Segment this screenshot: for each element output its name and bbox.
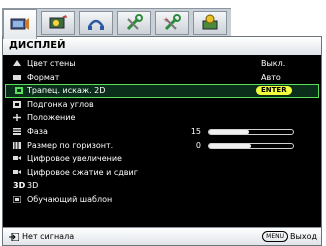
3d-icon: 3D [13, 181, 26, 191]
menu-item-3d[interactable]: 3D 3D [3, 179, 321, 193]
display-icon [10, 17, 29, 30]
tab-strip: + [2, 8, 231, 39]
phase-value: 15 [190, 126, 201, 136]
menu-item-test-pattern[interactable]: Обучающий шаблон [3, 193, 321, 207]
menu-item-hsize[interactable]: Размер по горизонт. 0 [3, 139, 321, 153]
tab-display[interactable] [3, 9, 37, 39]
osd-menu: + ДИСПЛЕЙ Цвет стены Выкл. Формат Авто Т… [0, 0, 326, 246]
enter-badge: ENTER [256, 86, 292, 96]
system-icon [126, 14, 143, 31]
wall-color-icon [13, 60, 21, 66]
tab-source[interactable] [79, 11, 113, 35]
source-icon [87, 19, 105, 30]
hsize-slider[interactable] [208, 142, 294, 149]
hsize-value: 0 [195, 140, 201, 150]
menu-key-icon: MENU [262, 231, 289, 242]
test-pattern-icon [13, 195, 21, 203]
menu-item-position[interactable]: Положение [3, 111, 321, 125]
menu-item-wall-color[interactable]: Цвет стены Выкл. [3, 57, 321, 71]
tab-picture[interactable] [41, 11, 75, 35]
menu-list: Цвет стены Выкл. Формат Авто Трапец. иск… [3, 57, 321, 207]
picture-icon [49, 15, 67, 29]
svg-text:+: + [163, 16, 169, 24]
aspect-icon [13, 74, 21, 80]
corner-fit-icon [13, 100, 21, 108]
menu-item-keystone[interactable]: Трапец. искаж. 2D ENTER [5, 84, 319, 98]
system-advanced-icon: + [163, 14, 181, 31]
menu-item-digital-zoom[interactable]: Цифровое увеличение [3, 152, 321, 166]
wall-color-value: Выкл. [261, 59, 286, 68]
exit-hint[interactable]: MENU Выход [262, 228, 317, 245]
menu-item-aspect[interactable]: Формат Авто [3, 71, 321, 85]
menu-item-phase[interactable]: Фаза 15 [3, 125, 321, 139]
position-icon [13, 114, 21, 122]
status-bar: Нет сигнала MENU Выход [3, 227, 321, 245]
menu-item-corner-fit[interactable]: Подгонка углов [3, 98, 321, 112]
zoom-icon [13, 156, 21, 161]
menu-panel: ДИСПЛЕЙ Цвет стены Выкл. Формат Авто Тра… [2, 36, 322, 246]
source-status: Нет сигнала [9, 228, 74, 245]
keystone-icon [15, 87, 23, 95]
phase-slider[interactable] [208, 128, 294, 135]
aspect-value: Авто [261, 72, 281, 82]
phase-slider-fill [209, 129, 250, 134]
hsize-icon [13, 141, 21, 149]
tab-info[interactable] [193, 11, 227, 35]
tab-system[interactable] [117, 11, 151, 35]
shrink-icon [13, 169, 21, 174]
info-icon [202, 14, 218, 30]
tab-system-advanced[interactable]: + [155, 11, 189, 35]
phase-icon [13, 127, 21, 135]
page-title: ДИСПЛЕЙ [3, 37, 321, 55]
input-source-icon [9, 232, 19, 241]
menu-item-digital-shrink[interactable]: Цифровое сжатие и сдвиг [3, 166, 321, 180]
hsize-slider-fill [209, 143, 251, 148]
